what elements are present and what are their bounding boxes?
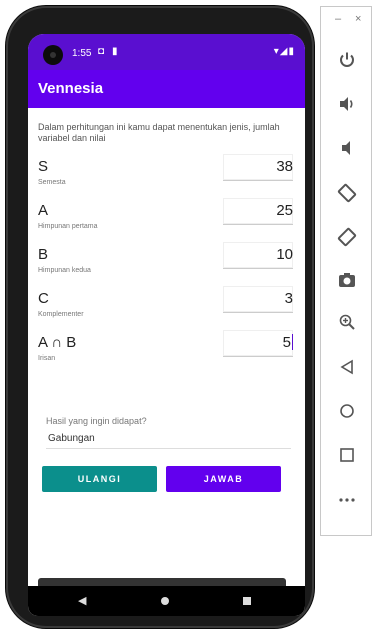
ulangi-button[interactable]: ULANGI	[42, 466, 157, 492]
field-row-b: B Himpunan kedua 10	[28, 242, 305, 282]
field-label: Semesta	[38, 179, 66, 186]
field-label: Irisan	[38, 355, 56, 362]
main-content: Dalam perhitungan ini kamu dapat menentu…	[28, 108, 305, 616]
status-time: 1:55	[72, 48, 92, 59]
notification-icon: ◘	[98, 46, 105, 57]
text-cursor	[292, 334, 293, 350]
himpunan-pertama-input[interactable]: 25	[223, 198, 293, 225]
field-label: Himpunan pertama	[38, 223, 98, 230]
field-row-a: A Himpunan pertama 25	[28, 198, 305, 238]
irisan-value: 5	[282, 334, 291, 351]
more-icon[interactable]	[333, 487, 361, 513]
jawab-button[interactable]: JAWAB	[166, 466, 281, 492]
camera-icon[interactable]	[333, 271, 361, 297]
field-letter: C	[38, 290, 49, 307]
minimize-button[interactable]: –	[335, 13, 341, 25]
field-row-c: C Komplementer 3	[28, 286, 305, 326]
field-row-irisan: A ∩ B Irisan 5	[28, 330, 305, 370]
result-question-label: Hasil yang ingin didapat?	[46, 416, 147, 426]
field-row-s: S Semesta 38	[28, 154, 305, 194]
home-icon[interactable]	[333, 401, 361, 427]
rotate-right-icon[interactable]	[333, 227, 361, 253]
power-icon[interactable]	[333, 51, 361, 77]
app-bar: Vennesia	[28, 70, 305, 108]
navigation-bar: ◀	[28, 586, 305, 616]
irisan-input[interactable]: 5	[223, 330, 293, 357]
description-text: Dalam perhitungan ini kamu dapat menentu…	[38, 122, 280, 143]
komplementer-input[interactable]: 3	[223, 286, 293, 313]
overview-icon[interactable]	[333, 445, 361, 471]
zoom-icon[interactable]	[333, 313, 361, 339]
field-label: Komplementer	[38, 311, 84, 318]
nav-back-icon[interactable]: ◀	[78, 594, 86, 607]
device-frame: 1:55 ◘ ▮ ▾◢▮ Vennesia Dalam perhitungan …	[6, 6, 314, 628]
himpunan-kedua-input[interactable]: 10	[223, 242, 293, 269]
device-screen: 1:55 ◘ ▮ ▾◢▮ Vennesia Dalam perhitungan …	[28, 34, 305, 616]
field-letter: A ∩ B	[38, 334, 77, 351]
app-title: Vennesia	[38, 80, 104, 97]
nav-recent-icon[interactable]	[243, 597, 251, 605]
front-camera	[43, 45, 63, 65]
rotate-left-icon[interactable]	[333, 183, 361, 209]
status-bar: 1:55 ◘ ▮ ▾◢▮	[28, 34, 305, 70]
field-letter: S	[38, 158, 49, 175]
field-letter: B	[38, 246, 49, 263]
emulator-toolbar: – ×	[320, 6, 372, 536]
field-letter: A	[38, 202, 49, 219]
sd-card-icon: ▮	[112, 46, 118, 57]
signal-battery-icons: ▾◢▮	[273, 46, 295, 57]
field-label: Himpunan kedua	[38, 267, 91, 274]
result-type-select[interactable]: Gabungan	[46, 430, 291, 449]
nav-home-icon[interactable]	[161, 597, 169, 605]
volume-down-icon[interactable]	[333, 139, 361, 165]
volume-up-icon[interactable]	[333, 95, 361, 121]
semesta-input[interactable]: 38	[223, 154, 293, 181]
back-icon[interactable]	[333, 357, 361, 383]
close-button[interactable]: ×	[355, 13, 361, 25]
